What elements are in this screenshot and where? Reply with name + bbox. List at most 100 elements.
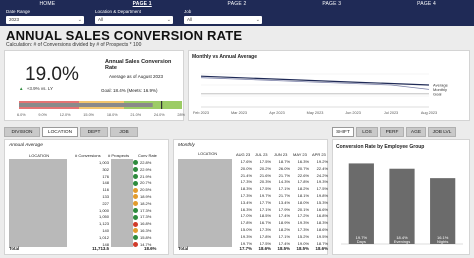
- x-tick-label: Aug 2023: [421, 111, 437, 115]
- kpi-gauge-ticks: 6.0% 9.0% 12.0% 15.0% 18.0% 21.0% 24.0% 28%: [17, 113, 185, 117]
- section-title: Monthly: [178, 143, 195, 148]
- tab-los[interactable]: LOS: [356, 127, 378, 137]
- rate-value: 18.2%: [140, 200, 152, 206]
- month-cell: 17.6%: [240, 159, 252, 164]
- col-header-prospects: # Prospects: [108, 153, 130, 158]
- month-cell: 15.2%: [297, 233, 309, 239]
- tab-location[interactable]: LOCATION: [42, 127, 78, 137]
- job-select[interactable]: All ⌄: [184, 16, 262, 24]
- job-filter: Job All ⌄: [184, 9, 262, 25]
- tab-age[interactable]: AGE: [406, 127, 426, 137]
- rate-value: 22.8%: [140, 160, 152, 165]
- month-cell: 18.5%: [259, 213, 271, 219]
- x-tick-label: Jun 2023: [345, 111, 361, 115]
- total-cell: 18.6%: [258, 246, 271, 251]
- col-header-location: LOCATION: [29, 153, 50, 158]
- rate-value: 17.3%: [140, 207, 152, 213]
- filter-bar: Date Range 2023 ⌄ Location & Department …: [0, 8, 474, 26]
- location-dept-select[interactable]: All ⌄: [95, 16, 173, 24]
- gauge-tick-label: 28%: [177, 113, 185, 117]
- kpi-average-text: Average as of August 2023: [109, 74, 163, 79]
- x-tick-label: May 2023: [307, 111, 324, 115]
- gauge-goal-marker: [161, 101, 163, 109]
- tab-perf[interactable]: PERF: [380, 127, 404, 137]
- kpi-delta: ▲ +3.9% vs. LY: [19, 86, 53, 91]
- status-dot-icon: [133, 194, 138, 200]
- total-cell: 18.5%: [296, 246, 309, 251]
- col-header-jun-23: JUN 23: [274, 152, 288, 157]
- category-label: Nights: [437, 239, 448, 244]
- month-cell: 17.1%: [259, 206, 271, 212]
- x-tick-label: Mar 2023: [231, 111, 247, 115]
- up-arrow-icon: ▲: [19, 86, 24, 92]
- status-dot-icon: [133, 167, 138, 173]
- nav-page-3[interactable]: PAGE 3: [284, 0, 379, 8]
- month-cell: 14.3%: [278, 179, 290, 185]
- month-cell: 18.2%: [278, 227, 290, 232]
- col-header-rate: Conv Rate: [138, 153, 157, 158]
- nav-page-2[interactable]: PAGE 2: [190, 0, 285, 8]
- nav-page-1[interactable]: PAGE 1: [95, 0, 190, 8]
- month-cell: 21.7%: [278, 172, 290, 178]
- month-cell: 13.4%: [278, 199, 290, 205]
- month-cell: 17.5%: [259, 159, 271, 164]
- month-cell: 21.7%: [278, 193, 290, 198]
- month-cell: 16.7%: [259, 220, 271, 226]
- chevron-down-icon: ⌄: [77, 17, 82, 23]
- tab-job[interactable]: JOB: [110, 127, 138, 137]
- month-cell: 17.1%: [278, 186, 290, 192]
- kpi-delta-text: +3.9% vs. LY: [26, 86, 54, 91]
- gauge-tick-label: 18.0%: [106, 113, 118, 117]
- col-header-jul-23: JUL 23: [255, 152, 268, 157]
- rate-value: 17.3%: [140, 214, 152, 220]
- tab-job-lvl[interactable]: JOB LVL: [428, 127, 456, 137]
- rate-value: 16.8%: [140, 221, 152, 227]
- dashboard-root: HOME PAGE 1 PAGE 2 PAGE 3 PAGE 4 Date Ra…: [0, 0, 474, 258]
- left-tab-bar: DIVISION LOCATION DEPT JOB: [4, 127, 138, 137]
- gauge-tick-label: 6.0%: [17, 113, 26, 117]
- month-cell: 24.2%: [316, 172, 328, 178]
- monthly-vs-annual-chart: Monthly vs Annual Average Average Monthly…: [188, 50, 470, 121]
- legend-label-goal: Goal: [433, 91, 442, 96]
- gauge-tick-label: 24.0%: [153, 113, 165, 117]
- rate-value: 22.9%: [140, 166, 152, 172]
- category-label: Days: [357, 239, 366, 244]
- month-cell: 16.3%: [240, 206, 252, 212]
- month-cell: 19.3%: [297, 220, 309, 226]
- gauge-value-bar: [19, 103, 153, 107]
- section-title: Annual Average: [9, 143, 43, 148]
- total-cell: 17.7%: [239, 246, 252, 251]
- month-cell: 18.7%: [278, 159, 290, 164]
- tab-shift[interactable]: SHIFT: [332, 127, 354, 137]
- x-tick-label: Jul 2023: [384, 111, 398, 115]
- nav-page-4[interactable]: PAGE 4: [379, 0, 474, 8]
- rate-value: 20.7%: [140, 180, 152, 186]
- tab-division[interactable]: DIVISION: [4, 127, 40, 137]
- bar-evenings: [389, 168, 415, 244]
- nav-home[interactable]: HOME: [0, 0, 95, 8]
- annual-average-table: Annual Average LOCATION # Conversions # …: [4, 139, 169, 255]
- page-title: ANNUAL SALES CONVERSION RATE: [6, 28, 243, 43]
- rate-value: 15.8%: [140, 234, 152, 240]
- chart-title: Conversion Rate by Employee Group: [336, 144, 425, 150]
- col-header-conversions: # Conversions: [75, 153, 101, 158]
- month-cell: 18.7%: [316, 240, 328, 246]
- month-cell: 18.3%: [316, 220, 328, 226]
- total-label: Total: [178, 246, 189, 251]
- total-label: Total: [9, 246, 20, 251]
- month-cell: 17.3%: [259, 227, 271, 232]
- month-cell: 18.6%: [316, 227, 328, 232]
- month-cell: 17.8%: [240, 220, 252, 226]
- kpi-card-title: Annual Sales Conversion Rate: [105, 59, 172, 71]
- date-range-label: Date Range: [6, 9, 31, 14]
- month-cell: 20.0%: [240, 165, 252, 171]
- x-tick-label: Feb 2023: [193, 111, 209, 115]
- date-range-select[interactable]: 2023 ⌄: [6, 16, 84, 24]
- month-cell: 17.5%: [259, 186, 271, 192]
- tab-dept[interactable]: DEPT: [80, 127, 108, 137]
- month-cell: 19.8%: [316, 193, 328, 198]
- line-chart-svg: AverageMonthlyGoalFeb 2023 Mar 2023 Apr 20…: [193, 73, 449, 115]
- month-cell: 20.3%: [259, 179, 271, 185]
- total-cell: 18.6%: [315, 246, 328, 251]
- group-bar-chart-svg: 19.7%Days18.4%Evenings16.1%Nights: [341, 163, 463, 245]
